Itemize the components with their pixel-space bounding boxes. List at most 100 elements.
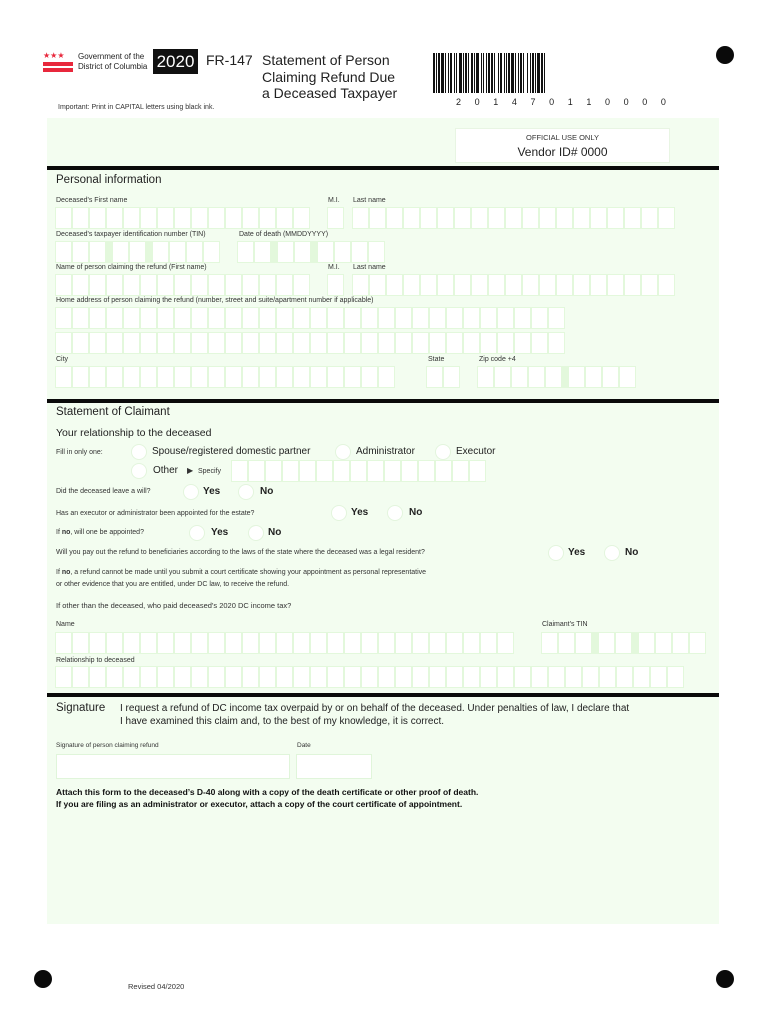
character-box[interactable]	[277, 633, 292, 653]
character-box[interactable]	[512, 367, 527, 387]
character-box[interactable]	[107, 275, 122, 295]
character-box[interactable]	[56, 208, 71, 228]
character-box[interactable]	[277, 367, 292, 387]
character-box[interactable]	[209, 367, 224, 387]
character-box[interactable]	[642, 275, 657, 295]
character-box[interactable]	[73, 667, 88, 687]
character-box[interactable]	[515, 333, 530, 353]
character-box[interactable]	[591, 275, 606, 295]
character-box[interactable]	[673, 633, 688, 653]
character-box[interactable]	[192, 667, 207, 687]
character-box[interactable]	[328, 333, 343, 353]
character-box[interactable]	[506, 208, 521, 228]
character-box[interactable]	[651, 667, 666, 687]
character-box[interactable]	[209, 633, 224, 653]
character-box[interactable]	[455, 275, 470, 295]
character-box[interactable]	[277, 208, 292, 228]
character-box[interactable]	[532, 308, 547, 328]
character-box[interactable]	[73, 242, 88, 262]
character-box[interactable]	[56, 633, 71, 653]
character-box[interactable]	[447, 667, 462, 687]
character-box[interactable]	[243, 367, 258, 387]
character-box[interactable]	[362, 633, 377, 653]
character-box[interactable]	[362, 333, 377, 353]
character-box[interactable]	[158, 667, 173, 687]
signature-date-field[interactable]	[296, 754, 372, 779]
character-box[interactable]	[175, 308, 190, 328]
character-box[interactable]	[192, 275, 207, 295]
character-box[interactable]	[294, 208, 309, 228]
character-box[interactable]	[187, 242, 202, 262]
character-box[interactable]	[353, 208, 368, 228]
zip-field[interactable]	[477, 366, 636, 388]
character-box[interactable]	[124, 367, 139, 387]
character-box[interactable]	[192, 333, 207, 353]
character-box[interactable]	[345, 633, 360, 653]
character-box[interactable]	[515, 308, 530, 328]
character-box[interactable]	[294, 275, 309, 295]
character-box[interactable]	[586, 367, 601, 387]
character-box[interactable]	[413, 308, 428, 328]
character-box[interactable]	[226, 667, 241, 687]
character-box[interactable]	[617, 667, 632, 687]
character-box[interactable]	[311, 633, 326, 653]
character-box[interactable]	[603, 367, 618, 387]
character-box[interactable]	[294, 667, 309, 687]
character-box[interactable]	[345, 308, 360, 328]
claimant-tin-field[interactable]	[541, 632, 706, 654]
character-box[interactable]	[175, 275, 190, 295]
character-box[interactable]	[498, 308, 513, 328]
character-box[interactable]	[243, 333, 258, 353]
character-box[interactable]	[107, 367, 122, 387]
character-box[interactable]	[481, 333, 496, 353]
character-box[interactable]	[90, 367, 105, 387]
character-box[interactable]	[255, 242, 270, 262]
character-box[interactable]	[690, 633, 705, 653]
character-box[interactable]	[277, 667, 292, 687]
character-box[interactable]	[546, 367, 561, 387]
character-box[interactable]	[294, 333, 309, 353]
character-box[interactable]	[90, 242, 105, 262]
character-box[interactable]	[107, 208, 122, 228]
character-box[interactable]	[209, 667, 224, 687]
character-box[interactable]	[478, 367, 493, 387]
character-box[interactable]	[328, 367, 343, 387]
city-field[interactable]	[55, 366, 395, 388]
character-box[interactable]	[141, 667, 156, 687]
character-box[interactable]	[523, 208, 538, 228]
character-box[interactable]	[625, 275, 640, 295]
character-box[interactable]	[124, 308, 139, 328]
character-box[interactable]	[385, 461, 400, 481]
character-box[interactable]	[130, 242, 145, 262]
character-box[interactable]	[368, 461, 383, 481]
character-box[interactable]	[294, 308, 309, 328]
character-box[interactable]	[124, 333, 139, 353]
character-box[interactable]	[430, 633, 445, 653]
character-box[interactable]	[260, 308, 275, 328]
character-box[interactable]	[243, 208, 258, 228]
character-box[interactable]	[328, 308, 343, 328]
character-box[interactable]	[345, 667, 360, 687]
character-box[interactable]	[124, 667, 139, 687]
state-field[interactable]	[426, 366, 460, 388]
character-box[interactable]	[107, 667, 122, 687]
character-box[interactable]	[599, 633, 614, 653]
character-box[interactable]	[523, 275, 538, 295]
character-box[interactable]	[419, 461, 434, 481]
character-box[interactable]	[481, 667, 496, 687]
character-box[interactable]	[204, 242, 219, 262]
character-box[interactable]	[600, 667, 615, 687]
radio-spouse[interactable]	[131, 444, 147, 460]
character-box[interactable]	[370, 208, 385, 228]
character-box[interactable]	[591, 208, 606, 228]
character-box[interactable]	[495, 367, 510, 387]
character-box[interactable]	[379, 308, 394, 328]
character-box[interactable]	[421, 208, 436, 228]
character-box[interactable]	[243, 667, 258, 687]
character-box[interactable]	[295, 242, 310, 262]
address-line-2-field[interactable]	[55, 332, 565, 354]
character-box[interactable]	[444, 367, 459, 387]
character-box[interactable]	[620, 367, 635, 387]
character-box[interactable]	[311, 333, 326, 353]
radio-will-no[interactable]	[238, 484, 254, 500]
